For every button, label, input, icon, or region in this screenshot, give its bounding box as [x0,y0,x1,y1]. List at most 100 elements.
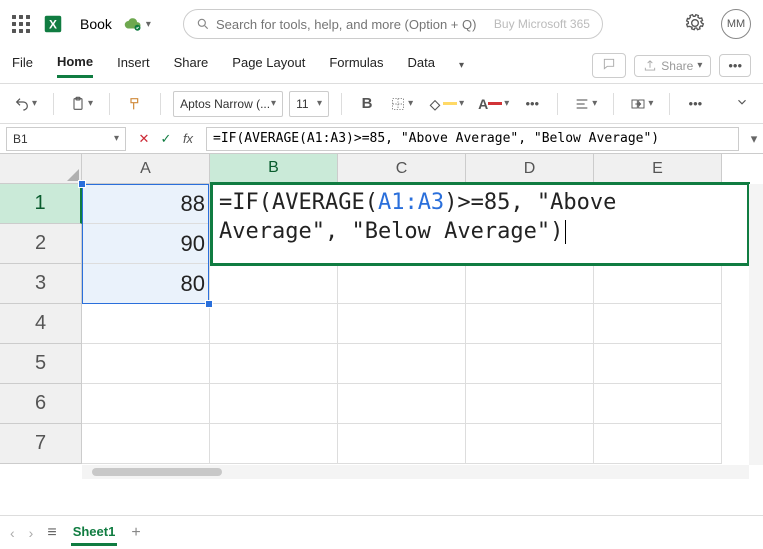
toolbar-more-button[interactable]: ••• [682,91,708,117]
name-box-value: B1 [13,132,28,146]
font-color-button[interactable]: A▾ [474,91,513,117]
formula-edit-ref: A1:A3 [378,190,444,215]
cell-a5[interactable] [82,344,210,384]
formula-input[interactable]: =IF(AVERAGE(A1:A3)>=85, "Above Average",… [206,127,739,151]
column-header-e[interactable]: E [594,154,722,184]
cell-c5[interactable] [338,344,466,384]
chevron-down-icon[interactable]: ▾ [459,60,464,71]
column-header-a[interactable]: A [82,154,210,184]
share-label: Share [661,59,693,73]
name-box[interactable]: B1▾ [6,127,126,151]
row-header-5[interactable]: 5 [0,344,82,384]
cell-e4[interactable] [594,304,722,344]
sheet-nav-prev[interactable]: ‹ [10,525,15,541]
insert-function-button[interactable]: fx [178,129,198,149]
svg-text:X: X [49,18,57,32]
expand-ribbon-button[interactable] [731,91,753,116]
column-header-c[interactable]: C [338,154,466,184]
undo-button[interactable]: ▾ [10,91,41,117]
merge-button[interactable]: ▾ [626,91,657,117]
bold-button[interactable]: B [354,91,380,117]
cell-e5[interactable] [594,344,722,384]
borders-button[interactable]: ▾ [386,91,417,117]
add-sheet-button[interactable]: + [131,524,140,542]
cell-a4[interactable] [82,304,210,344]
search-input[interactable] [216,17,494,32]
row-header-6[interactable]: 6 [0,384,82,424]
cell-d4[interactable] [466,304,594,344]
cell-e7[interactable] [594,424,722,464]
cell-d6[interactable] [466,384,594,424]
cell-b5[interactable] [210,344,338,384]
more-button[interactable]: ••• [719,54,751,77]
font-name-select[interactable]: Aptos Narrow (...▾ [173,91,283,117]
cell-c6[interactable] [338,384,466,424]
font-size-value: 11 [296,97,308,111]
cell-b7[interactable] [210,424,338,464]
sheet-tab-bar: ‹ › ≡ Sheet1 + [0,515,763,549]
column-header-d[interactable]: D [466,154,594,184]
formula-input-text: =IF(AVERAGE(A1:A3)>=85, "Above Average",… [213,131,659,146]
font-more-button[interactable]: ••• [519,91,545,117]
formula-cancel-button[interactable]: ✕ [134,129,154,149]
vertical-scrollbar[interactable] [749,184,763,465]
excel-icon: X [42,13,64,35]
text-caret [565,220,566,244]
cell-b3[interactable] [210,264,338,304]
formula-enter-button[interactable]: ✓ [156,129,176,149]
tab-home[interactable]: Home [57,54,93,78]
paste-button[interactable]: ▾ [66,91,97,117]
share-icon [643,59,657,73]
range-handle-tl[interactable] [78,180,86,188]
ribbon-tabs: File Home Insert Share Page Layout Formu… [0,48,763,84]
cell-c3[interactable] [338,264,466,304]
active-cell-editor[interactable]: =IF(AVERAGE(A1:A3)>=85, "Above Average",… [210,182,750,266]
cell-c7[interactable] [338,424,466,464]
sheet-nav-next[interactable]: › [29,525,34,541]
cell-b6[interactable] [210,384,338,424]
cell-d3[interactable] [466,264,594,304]
app-launcher-icon[interactable] [12,15,30,33]
row-header-7[interactable]: 7 [0,424,82,464]
tab-page-layout[interactable]: Page Layout [232,55,305,76]
share-button[interactable]: Share ▾ [634,55,711,77]
format-painter-button[interactable] [122,91,148,117]
cell-c4[interactable] [338,304,466,344]
row-header-3[interactable]: 3 [0,264,82,304]
formula-edit-before: =IF(AVERAGE( [219,190,378,215]
horizontal-scrollbar-thumb[interactable] [92,468,222,476]
cell-d7[interactable] [466,424,594,464]
row-header-1[interactable]: 1 [0,184,82,224]
cell-a6[interactable] [82,384,210,424]
formula-expand-button[interactable]: ▾ [745,131,763,147]
settings-icon[interactable] [685,13,705,36]
cell-a7[interactable] [82,424,210,464]
fill-color-button[interactable]: ▾ [423,91,468,117]
comments-button[interactable] [592,53,626,78]
tab-insert[interactable]: Insert [117,55,150,76]
search-box[interactable]: Buy Microsoft 365 [183,9,603,39]
tab-share[interactable]: Share [174,55,209,76]
user-avatar[interactable]: MM [721,9,751,39]
cell-b4[interactable] [210,304,338,344]
font-size-select[interactable]: 11▾ [289,91,329,117]
select-all-cell[interactable] [0,154,82,184]
column-header-b[interactable]: B [210,154,338,184]
range-handle-br[interactable] [205,300,213,308]
tab-file[interactable]: File [12,55,33,76]
cell-e6[interactable] [594,384,722,424]
search-icon [196,17,210,31]
sheet-tab-sheet1[interactable]: Sheet1 [71,520,118,546]
all-sheets-button[interactable]: ≡ [47,524,56,542]
tab-formulas[interactable]: Formulas [329,55,383,76]
row-header-4[interactable]: 4 [0,304,82,344]
document-name[interactable]: Book [80,16,112,32]
tab-data[interactable]: Data [408,55,435,76]
row-header-2[interactable]: 2 [0,224,82,264]
horizontal-scrollbar[interactable] [82,465,749,479]
chevron-down-icon: ▾ [146,19,151,30]
cell-d5[interactable] [466,344,594,384]
autosave-status[interactable]: ▾ [124,15,151,33]
cell-e3[interactable] [594,264,722,304]
align-button[interactable]: ▾ [570,91,601,117]
